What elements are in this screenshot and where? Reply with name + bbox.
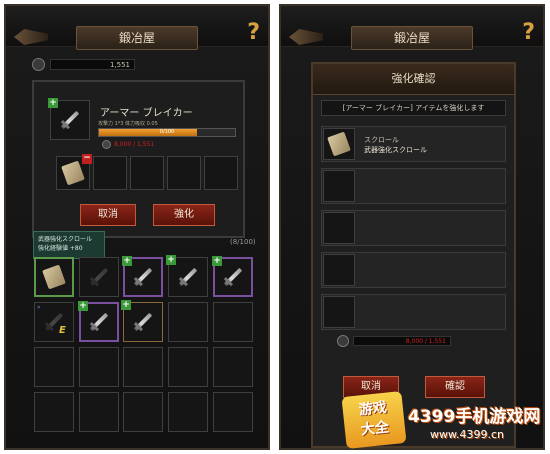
material-slot-3[interactable] bbox=[130, 156, 164, 190]
remove-icon[interactable]: − bbox=[82, 154, 92, 164]
enhance-button[interactable]: 強化 bbox=[153, 204, 215, 226]
material-row: スクロール 武器強化スクロール bbox=[321, 126, 506, 162]
scroll-icon bbox=[61, 160, 85, 186]
add-icon: + bbox=[166, 255, 176, 265]
watermark-logo: 游戏 大全 bbox=[341, 391, 407, 449]
material-type: スクロール bbox=[364, 136, 399, 144]
page-title: 鍛冶屋 bbox=[76, 26, 198, 50]
back-arrow-icon[interactable] bbox=[289, 29, 323, 45]
coin-icon bbox=[102, 140, 111, 149]
material-row bbox=[321, 210, 506, 246]
confirm-button[interactable]: 確認 bbox=[425, 376, 485, 398]
tooltip-title: 武器強化スクロール bbox=[38, 236, 93, 243]
inventory-slot[interactable] bbox=[34, 392, 74, 432]
material-row bbox=[321, 294, 506, 330]
material-slot bbox=[323, 254, 355, 286]
scroll-icon bbox=[42, 264, 66, 290]
material-slot-4[interactable] bbox=[167, 156, 201, 190]
inventory-slot[interactable] bbox=[168, 302, 208, 342]
inventory-slot[interactable] bbox=[213, 302, 253, 342]
inventory-slot[interactable]: + bbox=[166, 255, 208, 297]
enhance-box: + アーマー ブレイカー 攻撃力 1*3 体力吸収 0.05 0/100 8,0… bbox=[32, 80, 245, 238]
material-row bbox=[321, 252, 506, 288]
gold-counter: 1,551 bbox=[32, 58, 135, 72]
gold-value: 1,551 bbox=[50, 59, 135, 70]
cost-value: 8,000 / 1,551 bbox=[353, 336, 451, 346]
exp-bar-text: 0/100 bbox=[159, 129, 175, 135]
inventory-slot[interactable]: » E bbox=[34, 302, 74, 342]
enhance-cost: 8,000 / 1,551 bbox=[337, 335, 451, 347]
watermark-brand: 4399手机游戏网 bbox=[408, 407, 541, 427]
material-slot-1[interactable]: − bbox=[56, 154, 92, 190]
inventory-count: (8/100) bbox=[230, 238, 256, 246]
material-row bbox=[321, 168, 506, 204]
material-slot-2[interactable] bbox=[93, 156, 127, 190]
scroll-icon bbox=[327, 131, 351, 157]
upgrade-arrows-icon: » bbox=[37, 304, 41, 311]
material-name: 武器強化スクロール bbox=[364, 146, 427, 154]
dagger-icon bbox=[133, 267, 153, 287]
inventory-slot[interactable] bbox=[168, 392, 208, 432]
item-tooltip: 武器強化スクロール 強化経験値 +80 bbox=[33, 231, 105, 259]
inventory-slot[interactable]: + bbox=[78, 301, 119, 342]
enhance-confirm-dialog: 強化確認 [アーマー ブレイカー] アイテムを強化します スクロール 武器強化ス… bbox=[311, 62, 516, 448]
blacksmith-panel: 鍛冶屋 ? 1,551 + アーマー ブレイカー 攻撃力 1*3 体力吸収 0.… bbox=[4, 4, 270, 450]
dialog-title: 強化確認 bbox=[313, 64, 514, 95]
title-bar: 鍛冶屋 ? bbox=[281, 6, 543, 50]
item-name: アーマー ブレイカー bbox=[100, 108, 193, 119]
material-slot-5[interactable] bbox=[204, 156, 238, 190]
watermark-url: www.4399.cn bbox=[430, 428, 504, 441]
blacksmith-panel-confirm: 鍛冶屋 ? 強化確認 [アーマー ブレイカー] アイテムを強化します スクロール… bbox=[279, 4, 545, 450]
material-slot bbox=[323, 128, 355, 160]
inventory-slot[interactable] bbox=[213, 347, 253, 387]
inventory-slot[interactable] bbox=[34, 257, 74, 297]
add-icon: + bbox=[78, 301, 88, 311]
material-slot bbox=[323, 296, 355, 328]
material-slot bbox=[323, 212, 355, 244]
cost-value: 8,000 / 1,551 bbox=[114, 141, 155, 148]
coin-icon bbox=[337, 335, 349, 347]
help-button[interactable]: ? bbox=[247, 20, 260, 46]
add-icon: + bbox=[121, 300, 131, 310]
target-item-slot[interactable]: + bbox=[48, 98, 90, 140]
dagger-icon bbox=[133, 312, 153, 332]
add-icon: + bbox=[212, 256, 222, 266]
inventory-slot[interactable] bbox=[213, 392, 253, 432]
inventory-slot[interactable] bbox=[123, 392, 163, 432]
enhance-cost: 8,000 / 1,551 bbox=[102, 140, 212, 150]
inventory-slot[interactable] bbox=[34, 347, 74, 387]
confirm-message: [アーマー ブレイカー] アイテムを強化します bbox=[321, 100, 506, 116]
equipped-badge: E bbox=[59, 325, 66, 336]
inventory-slot[interactable] bbox=[123, 347, 163, 387]
cancel-button[interactable]: 取消 bbox=[80, 204, 136, 226]
add-icon: + bbox=[122, 256, 132, 266]
inventory-slot[interactable] bbox=[79, 392, 119, 432]
coin-icon bbox=[32, 58, 45, 71]
page-title: 鍛冶屋 bbox=[351, 26, 473, 50]
add-icon: + bbox=[48, 98, 58, 108]
dagger-icon bbox=[60, 110, 80, 130]
back-arrow-icon[interactable] bbox=[14, 29, 48, 45]
inventory-slot[interactable] bbox=[168, 347, 208, 387]
exp-bar: 0/100 bbox=[98, 128, 236, 137]
inventory-slot[interactable]: + bbox=[122, 256, 163, 297]
help-button[interactable]: ? bbox=[522, 20, 535, 46]
inventory-slot[interactable]: + bbox=[212, 256, 253, 297]
dagger-icon bbox=[223, 267, 243, 287]
inventory-slot[interactable] bbox=[79, 347, 119, 387]
title-bar: 鍛冶屋 ? bbox=[6, 6, 268, 50]
sword-icon bbox=[89, 267, 109, 287]
tooltip-detail: 強化経験値 +80 bbox=[38, 245, 83, 252]
inventory-slot[interactable]: + bbox=[121, 300, 163, 342]
inventory-slot[interactable] bbox=[79, 257, 119, 297]
material-slot bbox=[323, 170, 355, 202]
item-stats: 攻撃力 1*3 体力吸収 0.05 bbox=[98, 121, 158, 127]
dagger-icon bbox=[89, 312, 109, 332]
dagger-icon bbox=[178, 267, 198, 287]
